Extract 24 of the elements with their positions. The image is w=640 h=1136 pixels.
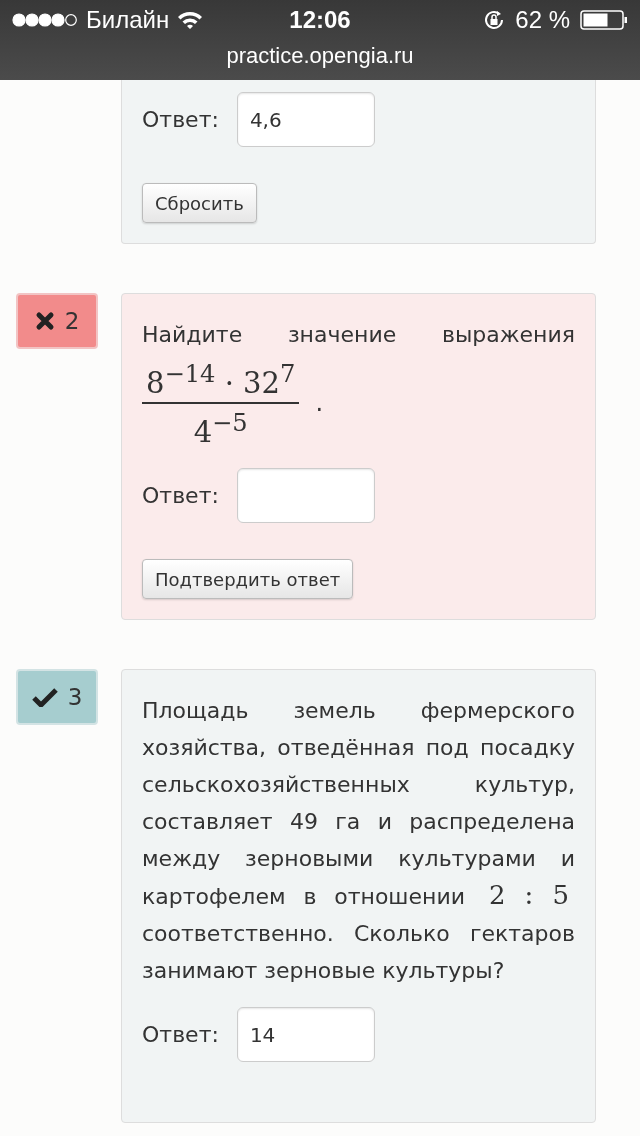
cross-icon: [34, 311, 55, 331]
answer-label: Ответ:: [142, 1022, 219, 1048]
answer-label: Ответ:: [142, 483, 219, 509]
signal-icon: [12, 13, 78, 27]
problem-badge: 3: [16, 669, 98, 726]
problem-badge: 2: [16, 293, 98, 349]
math-fraction: 8$^{−14}$ · 32$^{7}$ 4$^{−5}$: [142, 355, 300, 451]
wifi-icon: [177, 10, 204, 30]
clock-time: 12:06: [289, 6, 351, 34]
carrier-name: Билайн: [86, 6, 170, 34]
answer-field[interactable]: 4,6: [236, 92, 375, 147]
question-text: Найдите значение выражения: [142, 321, 575, 349]
page-url: practice.opengia.ru: [226, 42, 414, 70]
question-text: Площадь земель фермерского хозяйства, отведённая под посадку сельскохозяйственных культур, составляет 49 га и распределена между зерновыми культурами и картофелем в отношении 2 : 5 соответственно. Сколько гектаров занимают зерновые культуры?: [142, 697, 575, 986]
submit-button[interactable]: Подтвердить ответ: [142, 559, 354, 600]
answer-label: Ответ:: [142, 107, 219, 132]
reset-button[interactable]: Сбросить: [142, 183, 257, 223]
battery-percent: 62 %: [515, 6, 570, 34]
period: .: [315, 388, 323, 417]
battery-icon: [580, 10, 628, 30]
rotation-lock-icon: [483, 9, 506, 31]
answer-field[interactable]: [236, 468, 375, 524]
check-icon: [31, 687, 58, 708]
answer-field[interactable]: 14: [236, 1007, 375, 1063]
